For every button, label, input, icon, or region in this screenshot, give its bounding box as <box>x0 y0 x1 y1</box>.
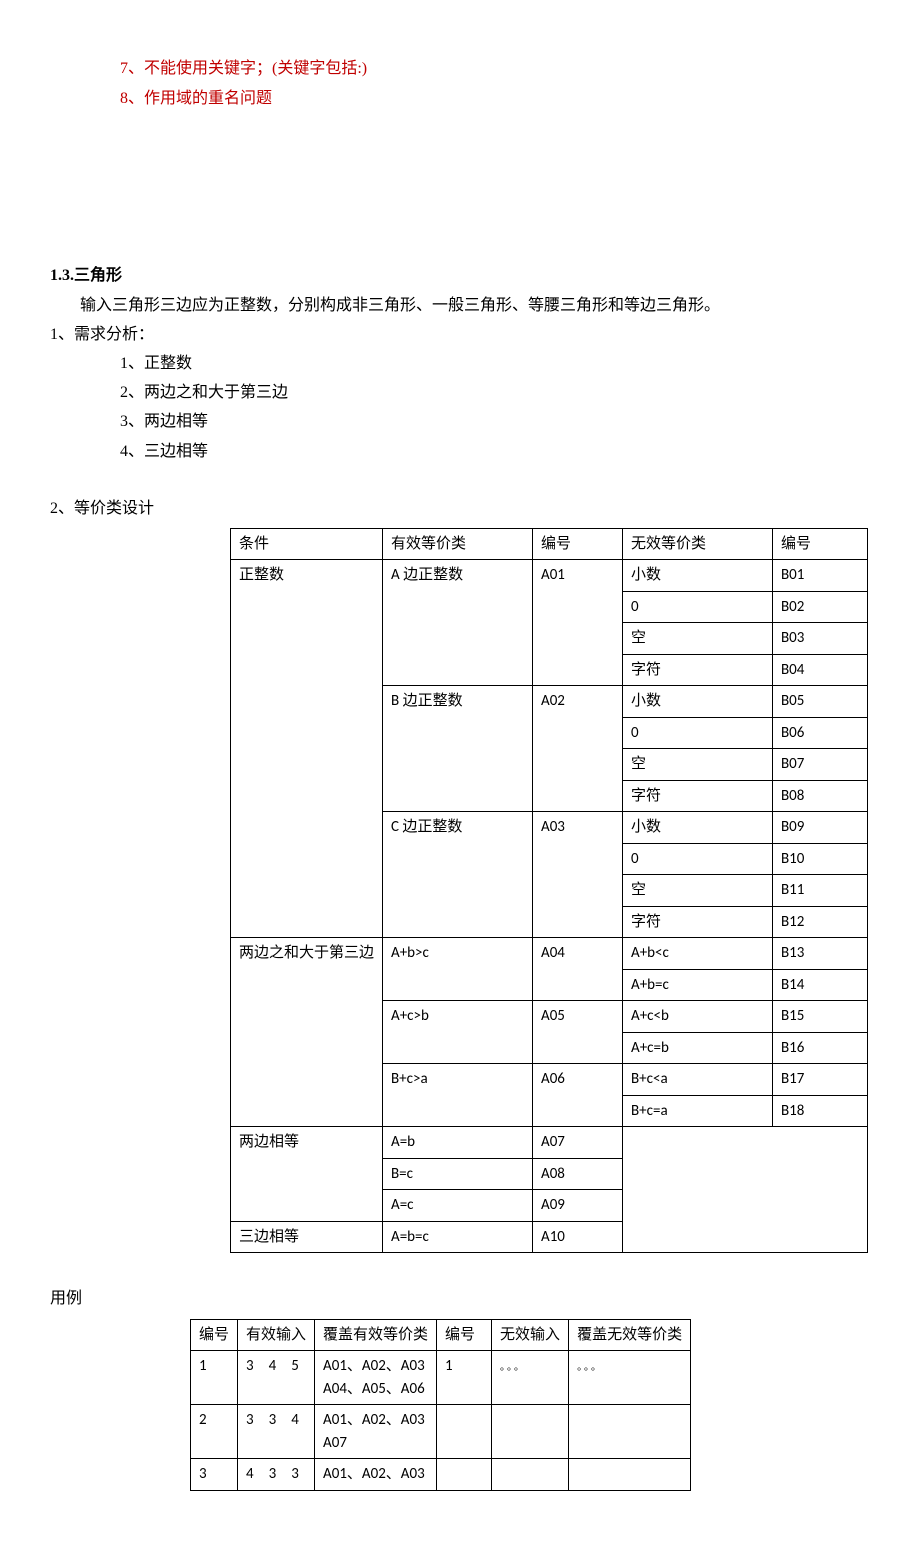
table-row: 条件 有效等价类 编号 无效等价类 编号 <box>231 528 868 560</box>
table-row: 正整数 A 边正整数 A01 小数 B01 <box>231 560 868 592</box>
table-row: 2 3 3 4 A01、A02、A03 A07 <box>191 1405 691 1459</box>
table-row: 3 4 3 3 A01、A02、A03 <box>191 1459 691 1491</box>
th: 编号 <box>437 1319 492 1351</box>
req-item: 2、两边之和大于第三边 <box>120 379 870 406</box>
req-item: 3、两边相等 <box>120 408 870 435</box>
note-item-8: 8、作用域的重名问题 <box>120 85 870 112</box>
req-title: 1、需求分析： <box>50 321 870 348</box>
th: 编号 <box>773 528 868 560</box>
th: 有效等价类 <box>383 528 533 560</box>
note-item-7: 7、不能使用关键字；(关键字包括:) <box>120 55 870 82</box>
eq-title: 2、等价类设计 <box>50 495 870 522</box>
top-notes: 7、不能使用关键字；(关键字包括:) 8、作用域的重名问题 <box>50 55 870 112</box>
th: 编号 <box>191 1319 238 1351</box>
th: 有效输入 <box>238 1319 315 1351</box>
th: 条件 <box>231 528 383 560</box>
th: 编号 <box>533 528 623 560</box>
table-row: 1 3 4 5 A01、A02、A03 A04、A05、A06 1 。。。 。。… <box>191 1351 691 1405</box>
th: 覆盖无效等价类 <box>569 1319 691 1351</box>
case-table: 编号 有效输入 覆盖有效等价类 编号 无效输入 覆盖无效等价类 1 3 4 5 … <box>190 1319 691 1491</box>
eq-table-wrap: 条件 有效等价类 编号 无效等价类 编号 正整数 A 边正整数 A01 小数 B… <box>50 528 870 1254</box>
case-title: 用例 <box>50 1285 870 1312</box>
th: 覆盖有效等价类 <box>315 1319 437 1351</box>
req-item: 1、正整数 <box>120 350 870 377</box>
section-title: 1.3.三角形 <box>50 262 870 289</box>
th: 无效等价类 <box>623 528 773 560</box>
section-intro: 输入三角形三边应为正整数，分别构成非三角形、一般三角形、等腰三角形和等边三角形。 <box>50 292 870 319</box>
th: 无效输入 <box>492 1319 569 1351</box>
eq-table: 条件 有效等价类 编号 无效等价类 编号 正整数 A 边正整数 A01 小数 B… <box>230 528 868 1254</box>
table-row: 两边相等 A=b A07 <box>231 1127 868 1159</box>
case-table-wrap: 编号 有效输入 覆盖有效等价类 编号 无效输入 覆盖无效等价类 1 3 4 5 … <box>50 1319 870 1491</box>
table-row: 编号 有效输入 覆盖有效等价类 编号 无效输入 覆盖无效等价类 <box>191 1319 691 1351</box>
table-row: 两边之和大于第三边 A+b>c A04 A+b<c B13 <box>231 938 868 970</box>
req-list: 1、正整数 2、两边之和大于第三边 3、两边相等 4、三边相等 <box>50 350 870 465</box>
req-item: 4、三边相等 <box>120 438 870 465</box>
